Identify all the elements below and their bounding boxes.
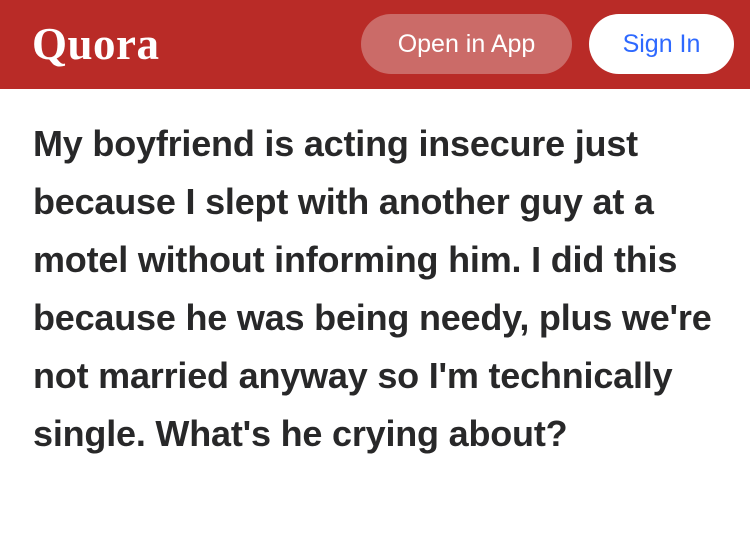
sign-in-button[interactable]: Sign In <box>589 14 734 74</box>
quora-logo[interactable]: Quora <box>32 14 160 74</box>
question-title: My boyfriend is acting insecure just bec… <box>33 123 712 454</box>
open-in-app-button[interactable]: Open in App <box>361 14 572 74</box>
top-header: Quora Open in App Sign In <box>0 0 750 89</box>
